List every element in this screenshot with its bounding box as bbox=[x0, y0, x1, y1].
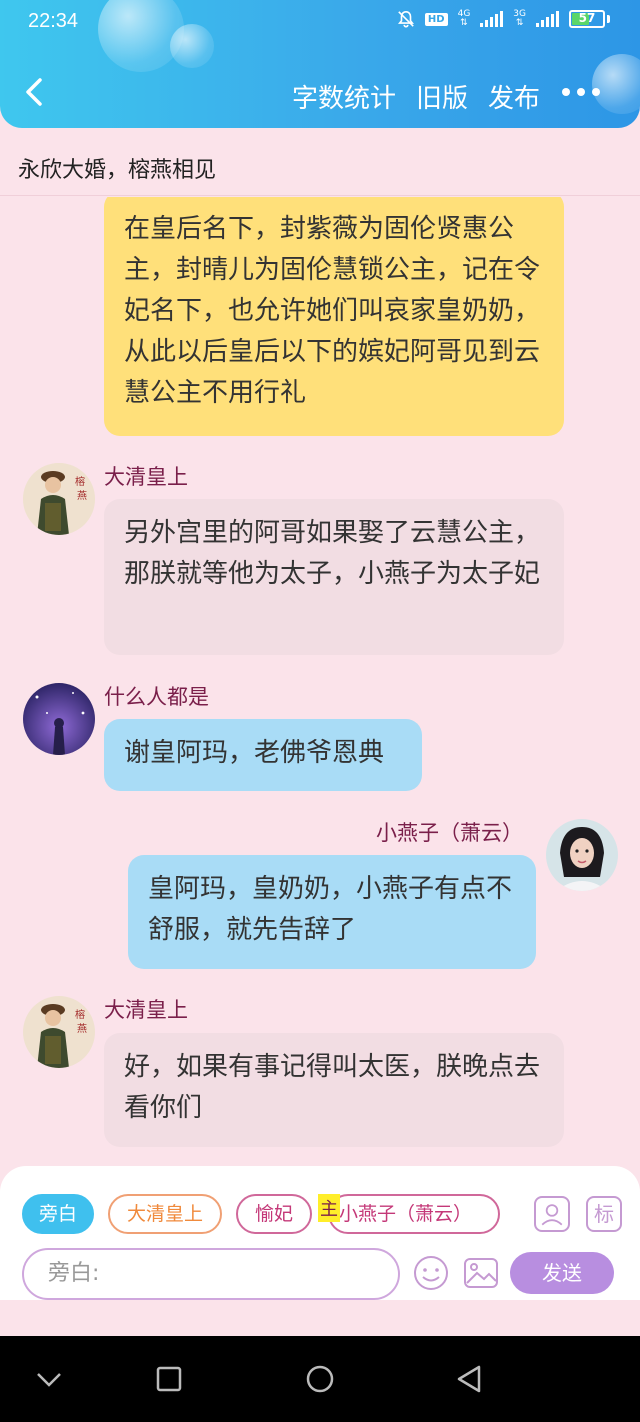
chat-list[interactable]: 在皇后名下，封紫薇为固伦贤惠公主，封晴儿为固伦慧锁公主，记在令妃名下，也允许她们… bbox=[0, 197, 640, 1163]
message-bubble[interactable]: 皇阿玛，皇奶奶，小燕子有点不舒服，就先告辞了 bbox=[128, 855, 536, 969]
main-character-tag: 主 bbox=[318, 1194, 340, 1222]
message-text: 在皇后名下，封紫薇为固伦贤惠公主，封晴儿为固伦慧锁公主，记在令妃名下，也允许她们… bbox=[124, 214, 541, 408]
signal-icon bbox=[536, 11, 559, 27]
publish-button[interactable]: 发布 bbox=[488, 78, 540, 115]
status-time: 22:34 bbox=[28, 10, 79, 32]
network-3g: 3G ⇅ bbox=[513, 9, 526, 28]
avatar[interactable] bbox=[23, 683, 95, 755]
sender-name: 小燕子（萧云） bbox=[376, 821, 523, 845]
message-bubble[interactable]: 好，如果有事记得叫太医，朕晚点去看你们 bbox=[104, 1033, 564, 1147]
image-icon[interactable] bbox=[462, 1254, 500, 1292]
emperor-avatar-image: 榕 燕 bbox=[23, 996, 95, 1068]
battery-icon: 57 bbox=[569, 10, 605, 28]
home-icon[interactable] bbox=[303, 1362, 337, 1396]
send-button[interactable]: 发送 bbox=[510, 1252, 614, 1294]
nav-bar: 字数统计 旧版 发布 bbox=[0, 66, 640, 122]
mute-bell-icon bbox=[397, 10, 414, 28]
recent-apps-icon[interactable] bbox=[152, 1362, 186, 1396]
role-emperor-button[interactable]: 大清皇上 bbox=[108, 1194, 222, 1234]
battery-tip bbox=[607, 15, 610, 23]
chevron-down-icon[interactable] bbox=[32, 1362, 66, 1396]
story-title: 永欣大婚，榕燕相见 bbox=[18, 158, 217, 183]
system-nav-bar bbox=[0, 1336, 640, 1422]
status-bar: 22:34 HD 4G ⇅ 3G ⇅ 57 bbox=[0, 0, 640, 44]
sender-name: 大清皇上 bbox=[104, 465, 188, 489]
status-icons: HD 4G ⇅ 3G ⇅ 57 bbox=[397, 10, 610, 28]
emperor-avatar-image: 榕 燕 bbox=[23, 463, 95, 535]
avatar[interactable] bbox=[546, 819, 618, 891]
battery-level: 57 bbox=[578, 11, 596, 25]
back-triangle-icon[interactable] bbox=[452, 1362, 486, 1396]
back-arrow-icon[interactable] bbox=[16, 72, 56, 112]
story-title-bar: 永欣大婚，榕燕相见 bbox=[0, 138, 640, 196]
nav-actions: 字数统计 旧版 发布 bbox=[292, 78, 540, 115]
message-text: 皇阿玛，皇奶奶，小燕子有点不舒服，就先告辞了 bbox=[148, 874, 513, 945]
avatar[interactable]: 榕 燕 bbox=[23, 463, 95, 535]
emoji-icon[interactable] bbox=[412, 1254, 450, 1292]
svg-text:燕: 燕 bbox=[77, 490, 87, 502]
role-yufei-button[interactable]: 愉妃 bbox=[236, 1194, 312, 1234]
svg-text:燕: 燕 bbox=[77, 1023, 87, 1035]
xiaoyanzi-avatar-image bbox=[546, 819, 618, 891]
message-text: 好，如果有事记得叫太医，朕晚点去看你们 bbox=[124, 1052, 541, 1123]
role-xiaoyanzi-button[interactable]: 小燕子（萧云） bbox=[328, 1194, 500, 1234]
message-bubble[interactable]: 谢皇阿玛，老佛爷恩典 bbox=[104, 719, 422, 791]
mark-button[interactable]: 标 bbox=[586, 1196, 622, 1232]
message-bubble[interactable]: 另外宫里的阿哥如果娶了云慧公主，那朕就等他为太子，小燕子为太子妃 bbox=[104, 499, 564, 655]
sender-name: 什么人都是 bbox=[104, 685, 209, 709]
avatar[interactable]: 榕 燕 bbox=[23, 996, 95, 1068]
sender-name: 大清皇上 bbox=[104, 998, 188, 1022]
composer-panel: 旁白 大清皇上 愉妃 小燕子（萧云） 主 标 旁白: 发送 bbox=[0, 1166, 640, 1300]
message-text: 另外宫里的阿哥如果娶了云慧公主，那朕就等他为太子，小燕子为太子妃 bbox=[124, 518, 541, 589]
add-character-icon[interactable] bbox=[534, 1196, 570, 1232]
night-sky-avatar-image bbox=[23, 683, 95, 755]
more-options-icon[interactable] bbox=[562, 88, 600, 96]
hd-badge: HD bbox=[424, 12, 448, 26]
message-input[interactable]: 旁白: bbox=[22, 1248, 400, 1300]
message-text: 谢皇阿玛，老佛爷恩典 bbox=[124, 738, 385, 768]
narration-bubble[interactable]: 在皇后名下，封紫薇为固伦贤惠公主，封晴儿为固伦慧锁公主，记在令妃名下，也允许她们… bbox=[104, 197, 564, 436]
signal-icon bbox=[480, 11, 504, 27]
word-count-button[interactable]: 字数统计 bbox=[292, 78, 396, 115]
old-version-button[interactable]: 旧版 bbox=[416, 78, 468, 115]
role-narration-button[interactable]: 旁白 bbox=[22, 1194, 94, 1234]
svg-text:榕: 榕 bbox=[75, 1008, 85, 1021]
svg-text:榕: 榕 bbox=[75, 475, 85, 488]
network-4g: 4G ⇅ bbox=[457, 9, 471, 28]
app-header: 22:34 HD 4G ⇅ 3G ⇅ 57 字数统计 旧版 发布 bbox=[0, 0, 640, 128]
